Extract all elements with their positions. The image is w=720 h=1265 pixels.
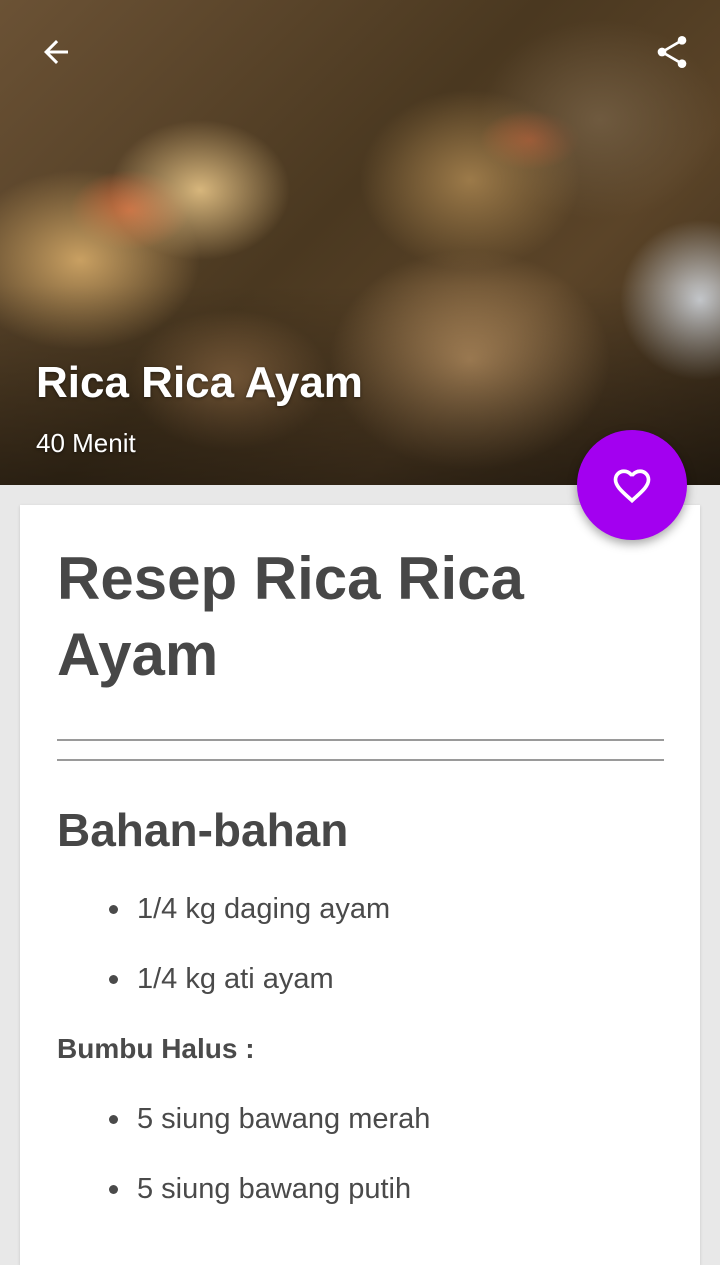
list-item: 1/4 kg ati ayam — [107, 959, 664, 1029]
recipe-title: Resep Rica Rica Ayam — [57, 545, 524, 688]
recipe-card: Resep Rica Rica Ayam Bahan-bahan 1/4 kg … — [20, 505, 700, 1265]
ingredients-list: 1/4 kg daging ayam 1/4 kg ati ayam — [57, 889, 664, 1029]
favorite-button[interactable] — [577, 430, 687, 540]
ingredients-heading: Bahan-bahan — [57, 804, 349, 856]
share-button[interactable] — [644, 24, 700, 80]
list-item: 5 siung bawang putih — [107, 1169, 664, 1239]
share-icon — [657, 36, 687, 68]
arrow-left-icon — [44, 40, 68, 64]
cook-duration: 40 Menit — [36, 428, 136, 458]
bumbu-heading: Bumbu Halus : — [57, 1033, 255, 1064]
list-item: 5 siung bawang merah — [107, 1099, 664, 1169]
divider — [57, 739, 664, 761]
back-button[interactable] — [28, 24, 84, 80]
hero-title: Rica Rica Ayam — [36, 358, 363, 407]
heart-outline-icon — [613, 469, 651, 504]
bumbu-list: 5 siung bawang merah 5 siung bawang puti… — [57, 1099, 664, 1239]
list-item: 1/4 kg daging ayam — [107, 889, 664, 959]
hero-image: Rica Rica Ayam 40 Menit — [0, 0, 720, 485]
